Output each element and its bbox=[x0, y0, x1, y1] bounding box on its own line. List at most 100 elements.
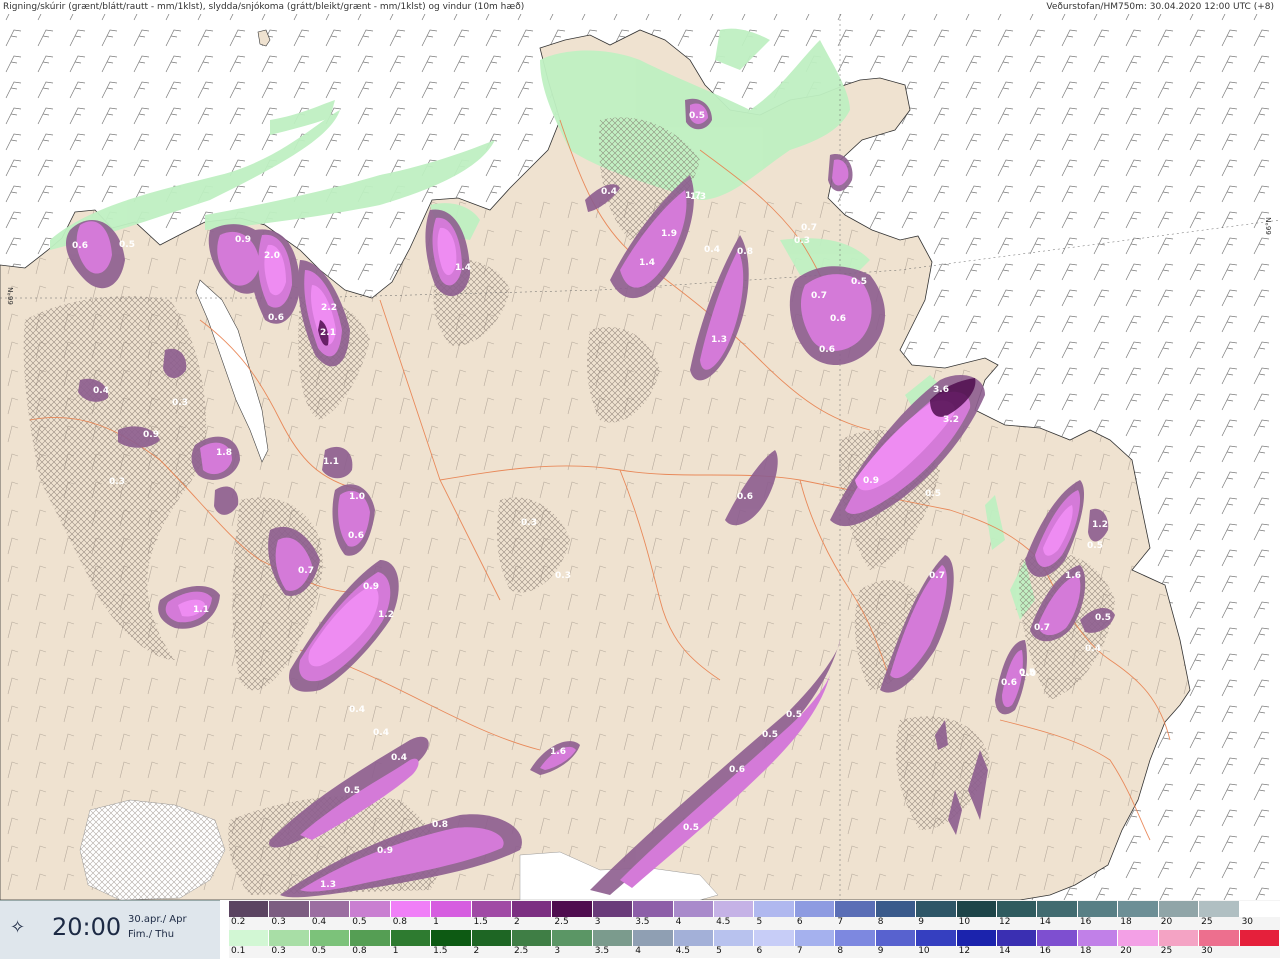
legend-swatch bbox=[229, 930, 270, 946]
legend-label: 20 bbox=[1160, 917, 1173, 927]
legend-swatch bbox=[956, 930, 998, 946]
value-label: 0.4 bbox=[391, 753, 407, 763]
legend-label: 18 bbox=[1120, 917, 1132, 927]
legend-swatch bbox=[1158, 901, 1200, 917]
value-label: 0.9 bbox=[377, 846, 393, 856]
value-label: 0.3 bbox=[172, 398, 188, 408]
legend-label: 5 bbox=[716, 946, 722, 956]
legend-label: 4 bbox=[675, 917, 682, 927]
legend-label: 1 bbox=[433, 917, 439, 927]
legend-swatch bbox=[997, 930, 1038, 946]
value-label: 0.7 bbox=[298, 566, 314, 576]
value-label: 0.6 bbox=[348, 531, 364, 541]
legend-label: 3 bbox=[594, 917, 601, 927]
precipitation-map: 0.6 0.5 0.9 2.0 2.2 2.1 0.6 1.4 0.4 1.9 0.4 1.3 0.8 0… bbox=[0, 14, 1280, 900]
value-label: 0.3 bbox=[109, 477, 125, 487]
value-label: 0.9 bbox=[143, 430, 159, 440]
value-label: 1.3 bbox=[711, 335, 727, 345]
legend-swatch bbox=[1077, 930, 1119, 946]
map-title: Rigning/skúrir (grænt/blátt/rautt - mm/1… bbox=[3, 2, 525, 12]
legend-swatch bbox=[794, 901, 836, 917]
legend-label: 0.2 bbox=[231, 917, 246, 927]
legend-label: 4.5 bbox=[675, 946, 690, 956]
legend-label: 14 bbox=[1039, 917, 1051, 927]
legend-label: 1.5 bbox=[433, 946, 448, 956]
legend-swatch bbox=[269, 930, 310, 946]
value-label: 0.7 bbox=[929, 571, 945, 581]
legend-label: 2.5 bbox=[554, 917, 569, 927]
legend-label: 0.3 bbox=[271, 946, 286, 956]
value-label: 1.0 bbox=[1020, 669, 1036, 679]
legend-label: 8 bbox=[877, 917, 884, 927]
value-label: 0.7 bbox=[1034, 623, 1050, 633]
value-label: 0.8 bbox=[432, 820, 448, 830]
legend-label: 0.1 bbox=[231, 946, 246, 956]
legend-label: 10 bbox=[958, 917, 971, 927]
value-label: 0.6 bbox=[830, 314, 846, 324]
value-label: 0.4 bbox=[1085, 644, 1101, 654]
value-label: 0.6 bbox=[737, 492, 753, 502]
legend-label: 14 bbox=[999, 946, 1011, 956]
legend-swatch bbox=[350, 901, 391, 917]
value-label: 1.4 bbox=[455, 263, 471, 273]
legend-label: 2 bbox=[513, 917, 520, 927]
value-label: 0.5 bbox=[344, 786, 360, 796]
value-label: 1.1 bbox=[323, 457, 339, 467]
legend-swatch bbox=[1239, 901, 1280, 917]
legend-swatch bbox=[1037, 901, 1078, 917]
legend-swatch bbox=[1239, 930, 1280, 946]
legend-swatch bbox=[875, 930, 917, 946]
legend-swatch bbox=[1199, 901, 1240, 917]
value-label: 0.4 bbox=[93, 386, 109, 396]
value-label: 0.5 bbox=[851, 277, 867, 287]
value-label: 2.1 bbox=[320, 328, 336, 338]
latitude-label-right: 66°N bbox=[1265, 217, 1274, 235]
legend-swatch bbox=[916, 901, 957, 917]
value-label: 0.6 bbox=[729, 765, 745, 775]
legend-swatch bbox=[794, 930, 836, 946]
legend-swatch bbox=[471, 901, 512, 917]
value-label: 0.6 bbox=[72, 241, 88, 251]
legend-swatch bbox=[592, 930, 634, 946]
value-label: 1.4 bbox=[639, 258, 655, 268]
legend-snow-row bbox=[229, 901, 1280, 917]
value-label: 0.5 bbox=[762, 730, 778, 740]
legend-label: 0.5 bbox=[352, 917, 367, 927]
legend-swatch bbox=[390, 901, 432, 917]
value-label: 0.5 bbox=[683, 823, 699, 833]
legend-label: 18 bbox=[1079, 946, 1092, 956]
legend-label: 0.8 bbox=[352, 946, 367, 956]
legend-swatch bbox=[1118, 930, 1159, 946]
legend-swatch bbox=[916, 930, 957, 946]
legend-swatch bbox=[431, 901, 472, 917]
legend-swatch bbox=[714, 901, 755, 917]
legend-swatch bbox=[269, 901, 310, 917]
legend-label: 25 bbox=[1160, 946, 1173, 956]
value-label: 1.8 bbox=[216, 448, 232, 458]
value-label: 1.9 bbox=[661, 229, 677, 239]
legend-swatch bbox=[592, 901, 634, 917]
legend-swatch bbox=[835, 901, 876, 917]
legend-swatch bbox=[835, 930, 876, 946]
value-label: 0.6 bbox=[819, 345, 835, 355]
legend-label: 10 bbox=[918, 946, 930, 956]
forecast-source: Veðurstofan/HM750m: 30.04.2020 12:00 UTC… bbox=[1046, 2, 1274, 12]
value-label: 0.7 bbox=[811, 291, 827, 301]
value-label: 0.5 bbox=[119, 240, 135, 250]
value-label: 1.6 bbox=[550, 747, 566, 757]
legend-swatch bbox=[552, 930, 593, 946]
sun-icon: ✧ bbox=[10, 917, 26, 938]
legend-label: 1 bbox=[392, 946, 399, 956]
value-label: 1.7 bbox=[685, 191, 701, 201]
value-label: 3.6 bbox=[933, 385, 949, 395]
legend-swatch bbox=[309, 901, 351, 917]
value-label: 0.5 bbox=[1095, 613, 1111, 623]
forecast-weekday: Fim./ Thu bbox=[128, 929, 175, 940]
legend-label: 8 bbox=[837, 946, 844, 956]
value-label: 0.5 bbox=[786, 710, 802, 720]
legend-label: 9 bbox=[877, 946, 884, 956]
legend-swatch bbox=[1199, 930, 1240, 946]
legend-swatch bbox=[350, 930, 391, 946]
value-label: 3.2 bbox=[943, 415, 959, 425]
legend-swatch bbox=[754, 930, 795, 946]
